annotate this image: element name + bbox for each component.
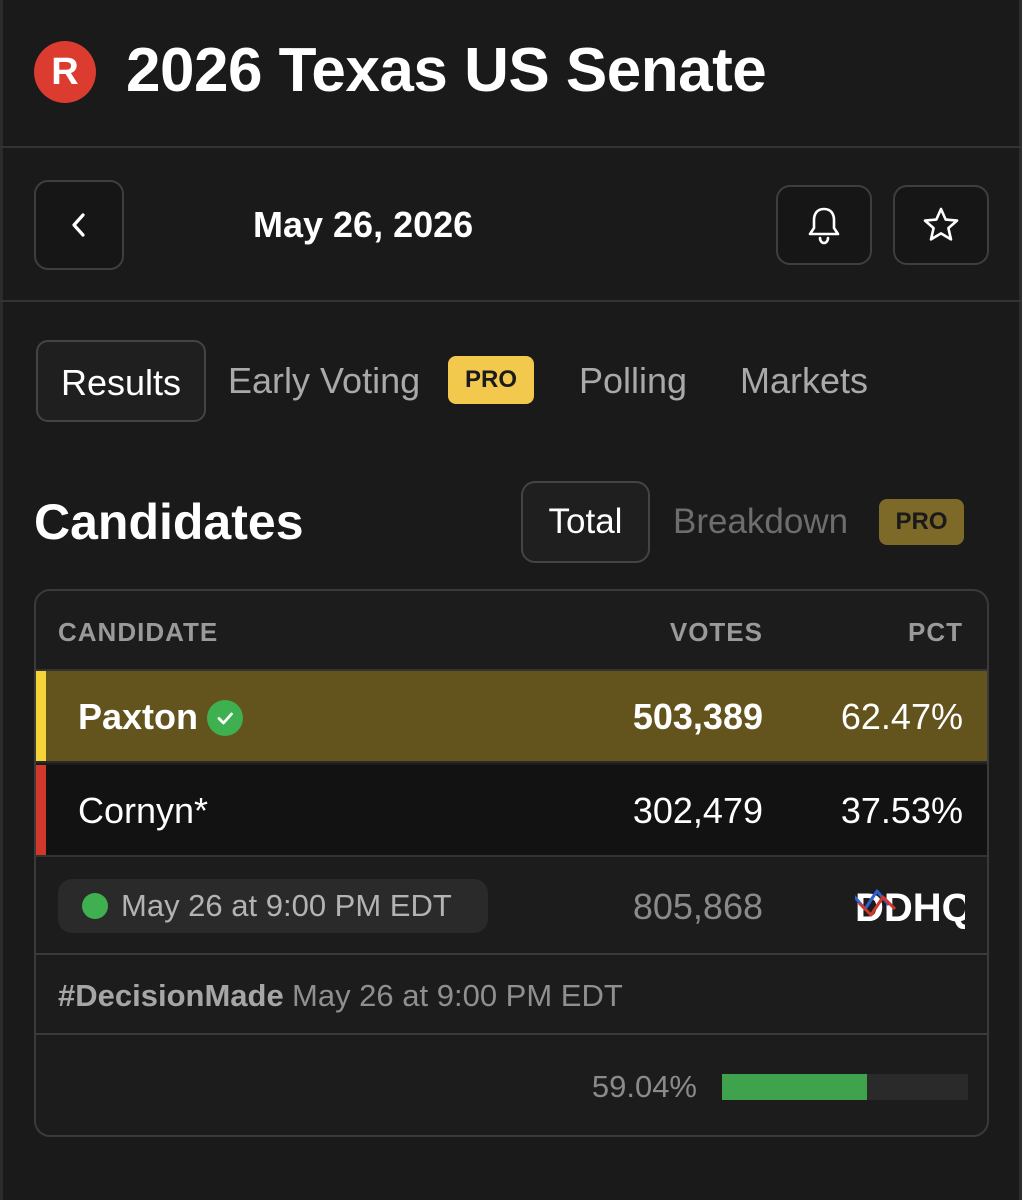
column-header-votes: VOTES (669, 617, 763, 647)
reporting-percent: 59.04% (591, 1069, 697, 1104)
decision-time: May 26 at 9:00 PM EDT (292, 978, 623, 1013)
back-button[interactable] (34, 180, 124, 270)
early-voting-pro-badge: PRO (448, 356, 534, 404)
app-header: R 2026 Texas US Senate (0, 0, 1022, 148)
tab-markets[interactable]: Markets (740, 340, 868, 422)
ddhq-logo: DDHQ (855, 886, 965, 929)
bell-icon (808, 207, 840, 245)
status-time: May 26 at 9:00 PM EDT (121, 888, 452, 923)
results-table: CANDIDATE VOTES PCT Paxton 503,389 62.47… (34, 589, 989, 1137)
totals-row: May 26 at 9:00 PM EDT 805,868 DDHQ (36, 859, 987, 955)
column-header-candidate: CANDIDATE (58, 617, 219, 647)
decision-row: #DecisionMade May 26 at 9:00 PM EDT (36, 955, 987, 1035)
table-header: CANDIDATE VOTES PCT (36, 591, 987, 671)
svg-text:DDHQ: DDHQ (855, 886, 965, 929)
winner-check-icon (207, 700, 243, 736)
decision-hashtag[interactable]: #DecisionMade (58, 977, 284, 1015)
tab-results[interactable]: Results (36, 340, 206, 422)
notifications-button[interactable] (776, 185, 872, 265)
page-title: 2026 Texas US Senate (126, 36, 767, 105)
logo-letter: R (51, 50, 79, 93)
tab-bar: Results Early Voting PRO Polling Markets (0, 302, 1022, 452)
candidate-pct: 62.47% (840, 696, 963, 737)
date-bar: May 26, 2026 (0, 148, 1022, 302)
reporting-progress-bar (722, 1074, 968, 1100)
section-title: Candidates (34, 494, 304, 550)
table-row[interactable]: Paxton 503,389 62.47% (36, 671, 987, 763)
breakdown-pro-badge: PRO (879, 499, 964, 545)
toggle-total[interactable]: Total (521, 481, 650, 563)
reporting-progress-fill (722, 1074, 868, 1100)
total-votes: 805,868 (632, 886, 763, 927)
chevron-left-icon (72, 213, 85, 237)
toggle-breakdown[interactable]: Breakdown (673, 500, 848, 544)
candidate-votes: 503,389 (632, 696, 763, 737)
column-header-pct: PCT (908, 617, 963, 647)
candidate-pct: 37.53% (840, 790, 963, 831)
status-dot-icon (82, 893, 108, 919)
tab-polling[interactable]: Polling (579, 340, 687, 422)
party-color-stripe (36, 671, 46, 761)
star-icon (923, 207, 959, 241)
favorite-button[interactable] (893, 185, 989, 265)
party-color-stripe (36, 765, 46, 855)
table-row[interactable]: Cornyn* 302,479 37.53% (36, 765, 987, 857)
reporting-row: 59.04% (36, 1035, 987, 1135)
candidate-votes: 302,479 (632, 790, 763, 831)
candidate-name: Cornyn* (78, 790, 209, 831)
status-badge: May 26 at 9:00 PM EDT (58, 879, 488, 933)
tab-early-voting[interactable]: Early Voting (228, 340, 420, 422)
candidate-name: Paxton (78, 696, 199, 737)
race-logo: R (34, 41, 96, 103)
election-date: May 26, 2026 (253, 204, 474, 245)
